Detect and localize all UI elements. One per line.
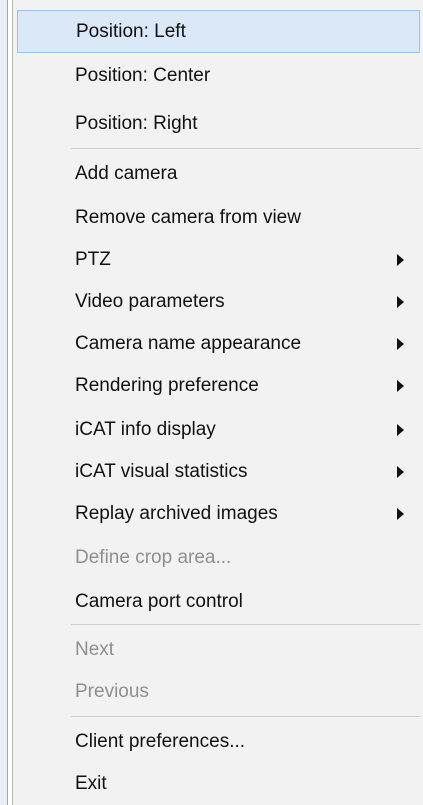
menu-item-label: Camera name appearance	[75, 332, 302, 354]
menu-item-camera-port-control[interactable]: Camera port control	[17, 580, 420, 623]
menu-item-camera-name-appearance[interactable]: Camera name appearance	[17, 322, 420, 365]
menu-item-remove-camera[interactable]: Remove camera from view	[17, 196, 420, 239]
menu-item-label: iCAT info display	[75, 418, 216, 440]
menu-item-label: Add camera	[75, 162, 178, 184]
menu-item-label: Client preferences...	[75, 730, 246, 752]
menu-item-client-preferences[interactable]: Client preferences...	[17, 720, 420, 763]
menu-item-position-left[interactable]: Position: Left	[17, 10, 420, 53]
menu-item-label: Position: Right	[75, 112, 198, 134]
menu-item-label: Previous	[75, 680, 149, 702]
menu-item-video-parameters[interactable]: Video parameters	[17, 280, 420, 323]
menu-separator	[71, 148, 420, 149]
submenu-arrow-icon	[397, 253, 404, 266]
menu-item-label: Exit	[75, 772, 107, 794]
menu-item-label: Position: Left	[76, 20, 186, 42]
menu-item-exit[interactable]: Exit	[17, 762, 420, 805]
submenu-arrow-icon	[397, 465, 404, 478]
menu-item-label: Rendering preference	[75, 374, 259, 396]
menu-item-define-crop-area[interactable]: Define crop area...	[17, 536, 420, 579]
menu-item-replay-archived-images[interactable]: Replay archived images	[17, 492, 420, 535]
menu-item-label: Replay archived images	[75, 502, 278, 524]
menu-item-add-camera[interactable]: Add camera	[17, 152, 420, 195]
menu-item-label: Video parameters	[75, 290, 225, 312]
menu-item-label: Define crop area...	[75, 546, 232, 568]
menu-item-next[interactable]: Next	[17, 628, 420, 671]
menu-item-label: Position: Center	[75, 64, 211, 86]
menu-item-label: PTZ	[75, 248, 111, 270]
menu-item-position-right[interactable]: Position: Right	[17, 102, 420, 145]
menu-item-position-center[interactable]: Position: Center	[17, 54, 420, 97]
submenu-arrow-icon	[397, 295, 404, 308]
menu-separator	[71, 716, 420, 717]
menu-item-icat-visual-statistics[interactable]: iCAT visual statistics	[17, 450, 420, 493]
menu-item-rendering-preference[interactable]: Rendering preference	[17, 364, 420, 407]
context-menu: Position: Left Position: Center Position…	[12, 0, 423, 805]
menu-item-ptz[interactable]: PTZ	[17, 238, 420, 281]
menu-item-previous[interactable]: Previous	[17, 670, 420, 713]
background-window-edge	[0, 0, 8, 805]
menu-item-icat-info-display[interactable]: iCAT info display	[17, 408, 420, 451]
menu-item-label: Camera port control	[75, 590, 243, 612]
submenu-arrow-icon	[397, 337, 404, 350]
menu-item-label: Next	[75, 638, 115, 660]
menu-item-label: Remove camera from view	[75, 206, 301, 228]
menu-item-label: iCAT visual statistics	[75, 460, 248, 482]
menu-separator	[71, 624, 420, 625]
submenu-arrow-icon	[397, 379, 404, 392]
submenu-arrow-icon	[397, 423, 404, 436]
submenu-arrow-icon	[397, 507, 404, 520]
